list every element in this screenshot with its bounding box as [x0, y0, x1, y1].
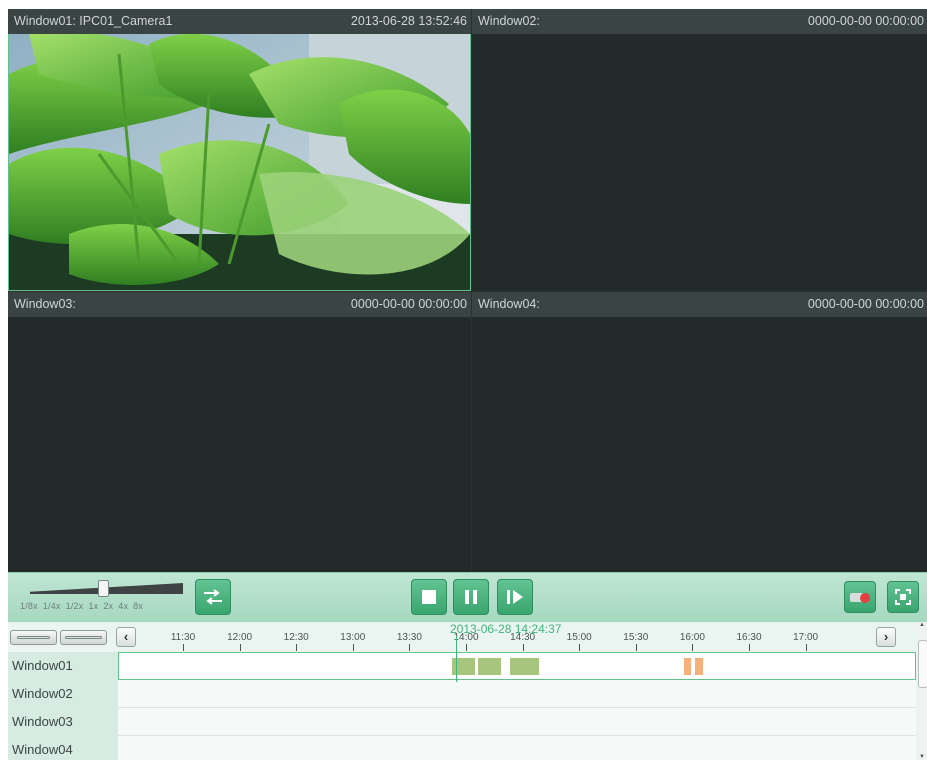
playback-control-bar: 1/8x 1/4x 1/2x 1x 2x 4x 8x: [8, 572, 927, 622]
record-segment[interactable]: [695, 658, 703, 675]
record-track[interactable]: [118, 708, 916, 736]
pause-icon: [464, 590, 478, 604]
fullscreen-button[interactable]: [887, 581, 919, 613]
speed-slider-handle[interactable]: [98, 580, 109, 597]
tick-label: 13:30: [396, 632, 422, 643]
chevron-left-icon[interactable]: ‹: [116, 627, 136, 647]
video-window-4[interactable]: Window04: 0000-00-00 00:00:00: [472, 292, 927, 572]
camera-video-feed[interactable]: [8, 31, 471, 291]
fullscreen-icon: [895, 589, 911, 605]
scroll-up-icon[interactable]: ▲: [919, 622, 925, 628]
plant-video-frame: [9, 31, 470, 290]
timeline-panel: ‹ › 11:30 12:00 12:30 13:00 13:30 14:00 14:30 1…: [8, 622, 927, 760]
zoom-in-bar-icon[interactable]: [10, 630, 57, 645]
capture-record-button[interactable]: [844, 581, 876, 613]
tick-mark: [805, 644, 807, 651]
window-timestamp: 0000-00-00 00:00:00: [350, 297, 467, 311]
row-label: Window01: [8, 652, 118, 680]
tick-mark: [183, 644, 184, 651]
tick-mark: [692, 644, 694, 651]
tick-label: 13:00: [340, 632, 366, 643]
tick-mark: [352, 644, 354, 651]
tick-mark: [409, 644, 411, 651]
window-header: Window04: 0000-00-00 00:00:00: [472, 292, 927, 317]
window-header: Window03: 0000-00-00 00:00:00: [8, 292, 471, 317]
video-grid: Window01: IPC01_Camera1 2013-06-28 13:52…: [8, 9, 927, 572]
tick-label: 16:00: [679, 632, 705, 643]
pause-button[interactable]: [453, 579, 489, 615]
speed-label: 8x: [133, 601, 144, 611]
empty-video-area[interactable]: [472, 34, 927, 291]
video-window-2[interactable]: Window02: 0000-00-00 00:00:00: [472, 9, 927, 291]
window-timestamp: 2013-06-28 13:52:46: [350, 14, 467, 28]
window-header: Window01: IPC01_Camera1 2013-06-28 13:52…: [8, 9, 471, 34]
empty-video-area[interactable]: [8, 317, 471, 572]
row-label: Window02: [8, 680, 118, 708]
tick-mark: [296, 644, 298, 651]
record-segment[interactable]: [683, 658, 692, 675]
video-window-1[interactable]: Window01: IPC01_Camera1 2013-06-28 13:52…: [8, 9, 471, 291]
tick-label: 15:00: [566, 632, 592, 643]
tick-mark: [239, 644, 241, 651]
window-timestamp: 0000-00-00 00:00:00: [807, 297, 924, 311]
row-label: Window04: [8, 736, 118, 760]
tick-label: 16:30: [736, 632, 762, 643]
video-window-3[interactable]: Window03: 0000-00-00 00:00:00: [8, 292, 471, 572]
speed-label: 1/8x: [20, 601, 38, 611]
speed-label: 1x: [88, 601, 99, 611]
scroll-down-icon[interactable]: ▼: [919, 754, 925, 760]
tick-mark: [522, 644, 524, 651]
window-title: Window01: IPC01_Camera1: [14, 14, 173, 28]
tick-label: 12:30: [283, 632, 309, 643]
frame-forward-icon: [507, 590, 523, 604]
timeline-ruler[interactable]: ‹ › 11:30 12:00 12:30 13:00 13:30 14:00 14:30 1…: [8, 622, 927, 652]
stop-icon: [422, 590, 436, 604]
tick-label: 15:30: [623, 632, 649, 643]
window-header: Window02: 0000-00-00 00:00:00: [472, 9, 927, 34]
window-title: Window02:: [478, 14, 540, 28]
playhead-line[interactable]: [456, 636, 457, 682]
frame-forward-button[interactable]: [497, 579, 533, 615]
current-time-label: 2013-06-28 14:24:37: [450, 622, 562, 636]
record-track[interactable]: [118, 736, 916, 760]
record-track[interactable]: [118, 652, 916, 680]
sync-playback-button[interactable]: [195, 579, 231, 615]
sync-arrows-icon: [202, 589, 224, 605]
tick-mark: [579, 644, 581, 651]
window-title: Window04:: [478, 297, 540, 311]
speed-label: 1/4x: [42, 601, 61, 611]
row-label: Window03: [8, 708, 118, 736]
tick-label: 17:00: [793, 632, 819, 643]
speed-label: 4x: [118, 601, 129, 611]
camera-record-icon: [850, 590, 870, 604]
record-segment[interactable]: [510, 658, 539, 675]
window-timestamp: 0000-00-00 00:00:00: [807, 14, 924, 28]
tick-label: 12:00: [227, 632, 253, 643]
empty-video-area[interactable]: [472, 317, 927, 572]
window-title: Window03:: [14, 297, 76, 311]
timeline-row-window01[interactable]: Window01: [8, 652, 916, 680]
timeline-scrollbar[interactable]: ▲ ▼: [917, 622, 927, 760]
record-segment[interactable]: [478, 658, 501, 675]
scrollbar-thumb[interactable]: [918, 640, 927, 688]
record-track[interactable]: [118, 680, 916, 708]
tick-mark: [635, 644, 637, 651]
tick-label: 11:30: [170, 632, 196, 643]
timeline-row-window02[interactable]: Window02: [8, 680, 916, 708]
tick-mark: [749, 644, 750, 651]
stop-button[interactable]: [411, 579, 447, 615]
tick-mark: [466, 644, 467, 651]
speed-label: 1/2x: [65, 601, 84, 611]
speed-label: 2x: [103, 601, 114, 611]
timeline-row-window04[interactable]: Window04: [8, 736, 916, 760]
chevron-right-icon[interactable]: ›: [876, 627, 896, 647]
zoom-out-bar-icon[interactable]: [60, 630, 107, 645]
speed-labels: 1/8x 1/4x 1/2x 1x 2x 4x 8x: [20, 601, 148, 611]
timeline-row-window03[interactable]: Window03: [8, 708, 916, 736]
